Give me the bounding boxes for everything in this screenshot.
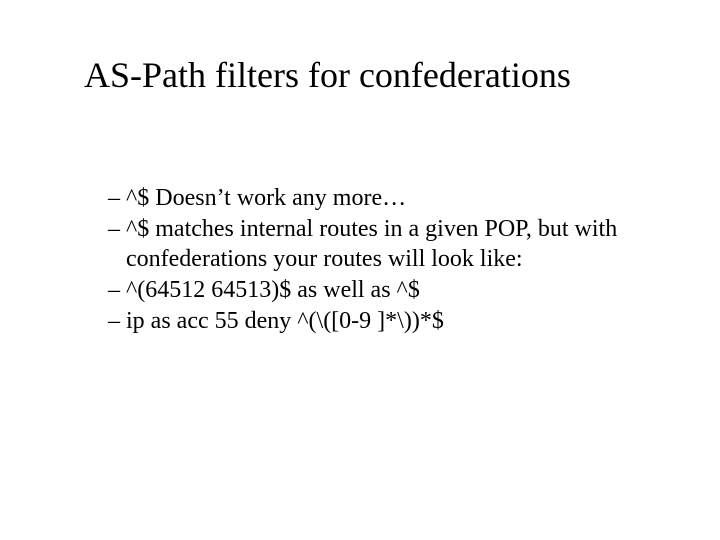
slide-title: AS-Path filters for confederations [84,54,690,96]
bullet-dash-icon: – [108,307,126,336]
slide-body: – ^$ Doesn’t work any more… – ^$ matches… [108,184,660,338]
bullet-text: ^$ matches internal routes in a given PO… [126,215,660,274]
bullet-text: ip as acc 55 deny ^(\([0-9 ]*\))*$ [126,307,660,336]
list-item: – ip as acc 55 deny ^(\([0-9 ]*\))*$ [108,307,660,336]
list-item: – ^$ Doesn’t work any more… [108,184,660,213]
bullet-dash-icon: – [108,184,126,213]
bullet-dash-icon: – [108,215,126,244]
list-item: – ^$ matches internal routes in a given … [108,215,660,274]
bullet-text: ^(64512 64513)$ as well as ^$ [126,276,660,305]
bullet-text: ^$ Doesn’t work any more… [126,184,660,213]
list-item: – ^(64512 64513)$ as well as ^$ [108,276,660,305]
bullet-dash-icon: – [108,276,126,305]
slide: AS-Path filters for confederations – ^$ … [0,0,720,540]
